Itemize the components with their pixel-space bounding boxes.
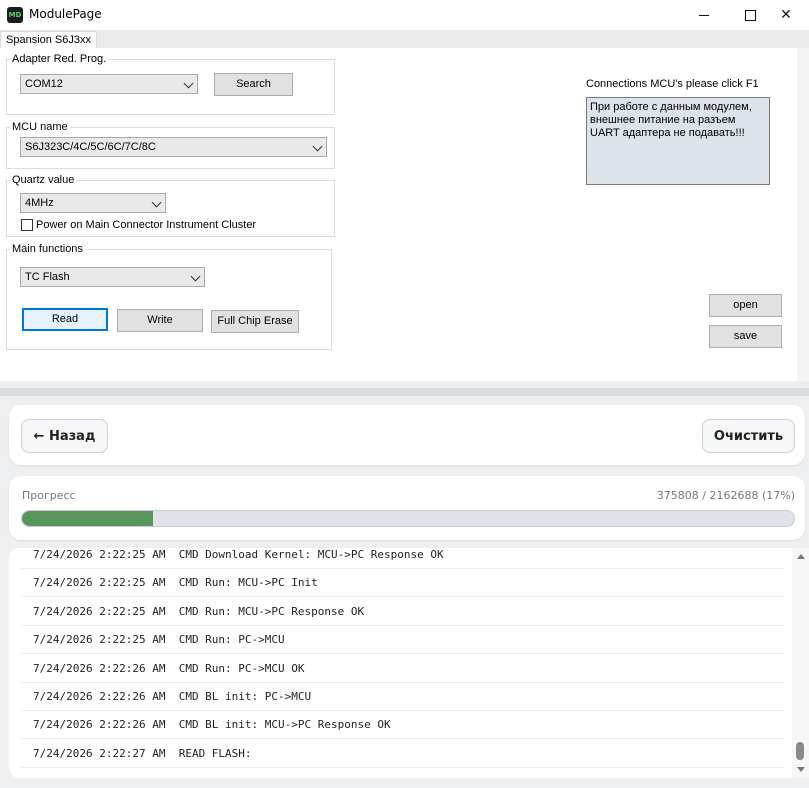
scroll-thumb[interactable] (796, 742, 804, 760)
functions-group-label: Main functions (10, 243, 85, 255)
write-button[interactable]: Write (117, 309, 203, 332)
chevron-down-icon (188, 268, 202, 286)
log-row: 7/24/2026 2:22:26 AM CMD BL init: MCU->P… (21, 711, 783, 739)
open-button[interactable]: open (709, 294, 782, 317)
search-button[interactable]: Search (214, 73, 293, 96)
clear-button[interactable]: Очистить (702, 419, 795, 453)
minimize-button[interactable] (681, 0, 727, 30)
log-row: 7/24/2026 2:22:25 AM CMD Run: PC->MCU (21, 626, 783, 654)
title-bar: MD ModulePage ✕ (0, 0, 809, 30)
log-scrollbar[interactable] (792, 548, 809, 778)
adapter-group-label: Adapter Red. Prog. (10, 53, 109, 65)
progress-fill (22, 511, 154, 526)
chevron-down-icon (310, 138, 324, 156)
quartz-select[interactable]: 4MHz (20, 193, 166, 213)
progress-bar (21, 510, 795, 527)
port-value: COM12 (25, 78, 63, 90)
back-button[interactable]: ← Назад (21, 419, 108, 453)
log-row: 7/24/2026 2:22:25 AM CMD Download Kernel… (21, 548, 783, 569)
log-row: 7/24/2026 2:22:26 AM CMD Run: PC->MCU OK (21, 655, 783, 683)
pane-divider[interactable] (0, 388, 809, 396)
quartz-group-label: Quartz value (10, 174, 77, 186)
close-button[interactable]: ✕ (763, 0, 809, 30)
chevron-down-icon (149, 194, 163, 212)
power-checkbox[interactable] (21, 219, 33, 231)
close-icon: ✕ (780, 7, 792, 23)
progress-card (9, 476, 805, 540)
function-select[interactable]: TC Flash (20, 267, 205, 287)
connections-label: Connections MCU's please click F1 (586, 78, 759, 90)
window-title: ModulePage (29, 7, 102, 21)
maximize-icon (744, 9, 756, 21)
functions-group (6, 249, 332, 350)
toolbar-card (9, 405, 805, 465)
log-list[interactable]: 7/24/2026 2:22:25 AM CMD Download Kernel… (9, 548, 809, 778)
panel-edge (797, 48, 809, 381)
log-row: 7/24/2026 2:22:26 AM CMD BL init: PC->MC… (21, 683, 783, 711)
mcu-group-label: MCU name (10, 121, 70, 133)
warning-note: При работе с данным модулем, внешнее пит… (586, 97, 770, 185)
quartz-value: 4MHz (25, 197, 54, 209)
full-chip-erase-button[interactable]: Full Chip Erase (211, 310, 299, 333)
chevron-down-icon (181, 75, 195, 93)
tab-strip (0, 30, 809, 48)
mcu-value: S6J323C/4C/5C/6C/7C/8C (25, 141, 156, 153)
minimize-icon (699, 14, 709, 16)
mcu-select[interactable]: S6J323C/4C/5C/6C/7C/8C (20, 137, 327, 157)
progress-count: 375808 / 2162688 (17%) (656, 489, 795, 502)
log-row: 7/24/2026 2:22:25 AM CMD Run: MCU->PC In… (21, 569, 783, 597)
scroll-down-icon[interactable] (797, 767, 805, 772)
log-row: 7/24/2026 2:22:27 AM READ FLASH: (21, 740, 783, 768)
power-checkbox-label: Power on Main Connector Instrument Clust… (36, 219, 257, 231)
app-icon: MD (7, 7, 23, 23)
save-button[interactable]: save (709, 325, 782, 348)
function-value: TC Flash (25, 271, 70, 283)
progress-label: Прогресс (22, 489, 76, 502)
read-button[interactable]: Read (22, 308, 108, 331)
log-row: 7/24/2026 2:22:25 AM CMD Run: MCU->PC Re… (21, 598, 783, 626)
port-select[interactable]: COM12 (20, 74, 198, 94)
scroll-up-icon[interactable] (797, 554, 805, 559)
